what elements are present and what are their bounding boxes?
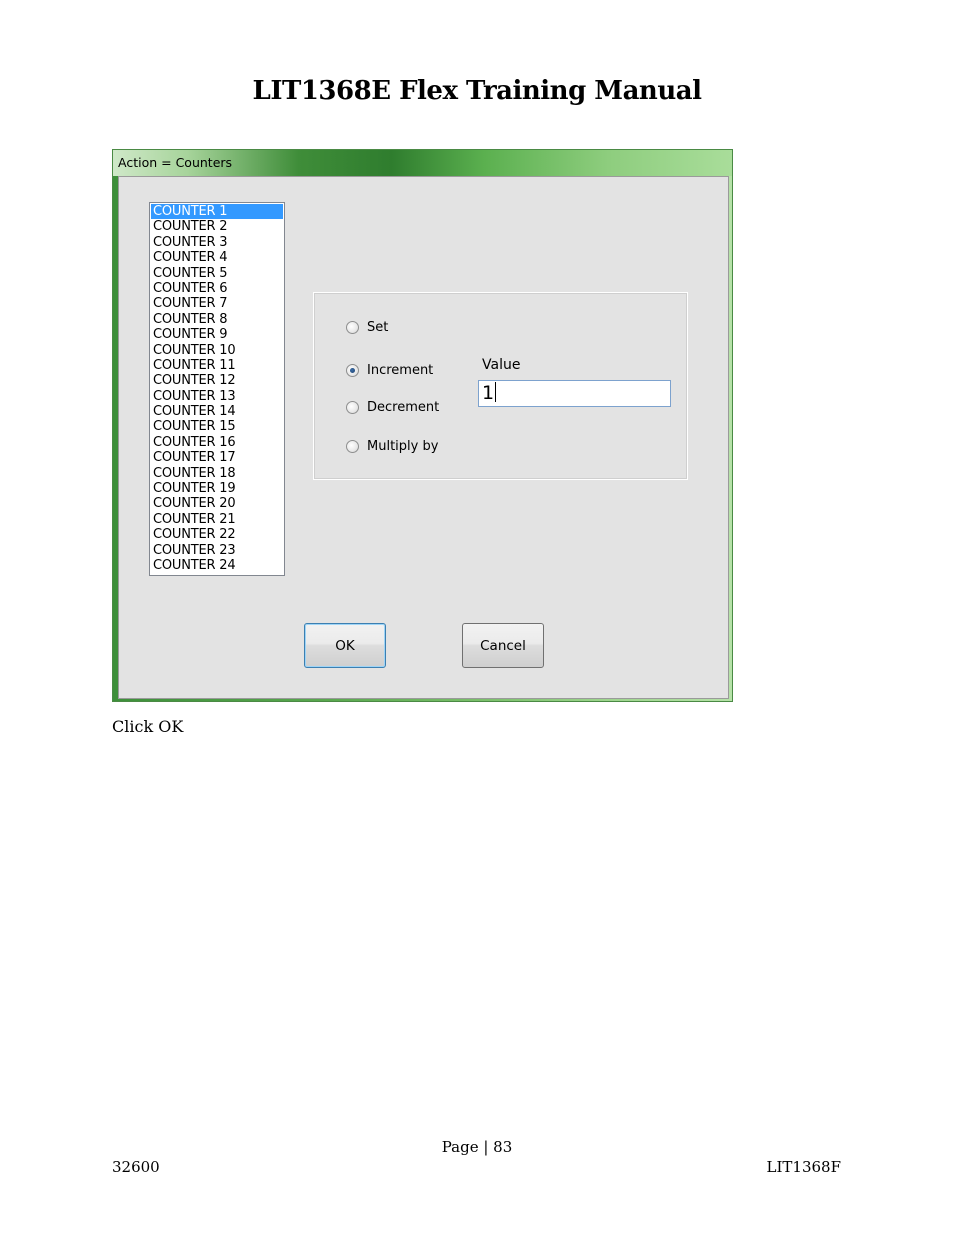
value-input-text: 1	[482, 382, 495, 404]
counter-list-item[interactable]: COUNTER 16	[150, 435, 284, 450]
radio-decrement-label: Decrement	[367, 399, 440, 415]
page-number: Page | 83	[441, 1138, 513, 1156]
radio-decrement[interactable]: Decrement	[346, 398, 439, 416]
counter-list-item[interactable]: COUNTER 2	[150, 219, 284, 234]
radio-multiply-by-button[interactable]	[346, 439, 359, 453]
counter-list-item[interactable]: COUNTER 7	[150, 296, 284, 311]
value-input[interactable]: 1	[478, 380, 671, 407]
counter-list-item[interactable]: COUNTER 5	[150, 266, 284, 281]
counter-list-item[interactable]: COUNTER 14	[150, 404, 284, 419]
radio-set[interactable]: Set	[346, 318, 388, 336]
operation-groupbox: Set Increment Decrement Multiply by Valu…	[313, 292, 688, 480]
counters-dialog: Action = Counters COUNTER 1 COUNTER 2 COUN…	[112, 149, 733, 702]
radio-set-label: Set	[367, 319, 389, 335]
radio-decrement-button[interactable]	[346, 400, 359, 414]
radio-multiply-by[interactable]: Multiply by	[346, 437, 438, 455]
counter-list-item[interactable]: COUNTER 22	[150, 527, 284, 542]
counter-list-item[interactable]: COUNTER 4	[150, 250, 284, 265]
footer-revision: LIT1368F	[766, 1158, 841, 1176]
text-caret	[495, 382, 497, 402]
counter-list-item[interactable]: COUNTER 21	[150, 512, 284, 527]
counter-list-item[interactable]: COUNTER 9	[150, 327, 284, 342]
footer-document-number: 32600	[112, 1158, 160, 1176]
counter-list-item[interactable]: COUNTER 20	[150, 496, 284, 511]
ok-button[interactable]: OK	[304, 623, 386, 668]
radio-increment[interactable]: Increment	[346, 361, 433, 379]
radio-increment-button[interactable]	[346, 363, 359, 377]
counter-list-item[interactable]: COUNTER 24	[150, 558, 284, 573]
radio-multiply-by-label: Multiply by	[367, 438, 439, 454]
counter-list-item[interactable]: COUNTER 3	[150, 235, 284, 250]
counter-list-item[interactable]: COUNTER 15	[150, 419, 284, 434]
radio-increment-label: Increment	[367, 362, 434, 378]
cancel-button[interactable]: Cancel	[462, 623, 544, 668]
counter-list-item[interactable]: COUNTER 19	[150, 481, 284, 496]
counter-list-item[interactable]: COUNTER 18	[150, 466, 284, 481]
document-title: LIT1368E Flex Training Manual	[252, 76, 702, 106]
counter-list-item[interactable]: COUNTER 13	[150, 389, 284, 404]
dialog-titlebar[interactable]: Action = Counters	[113, 150, 732, 176]
value-label: Value	[482, 357, 521, 373]
counter-list-item[interactable]: COUNTER 10	[150, 343, 284, 358]
counter-list-item[interactable]: COUNTER 17	[150, 450, 284, 465]
counter-list-item[interactable]: COUNTER 8	[150, 312, 284, 327]
counter-list-item[interactable]: COUNTER 1	[151, 204, 283, 220]
instruction-caption: Click OK	[112, 717, 184, 736]
counter-list-item[interactable]: COUNTER 6	[150, 281, 284, 296]
radio-set-button[interactable]	[346, 320, 359, 334]
counter-list-item[interactable]: COUNTER 12	[150, 373, 284, 388]
dialog-client-area: COUNTER 1 COUNTER 2 COUNTER 3 COUNTER 4 COUN…	[118, 176, 729, 699]
dialog-title: Action = Counters	[118, 155, 233, 170]
counter-list-item[interactable]: COUNTER 23	[150, 543, 284, 558]
counter-list-item[interactable]: COUNTER 11	[150, 358, 284, 373]
counter-listbox[interactable]: COUNTER 1 COUNTER 2 COUNTER 3 COUNTER 4 COUN…	[149, 202, 285, 576]
